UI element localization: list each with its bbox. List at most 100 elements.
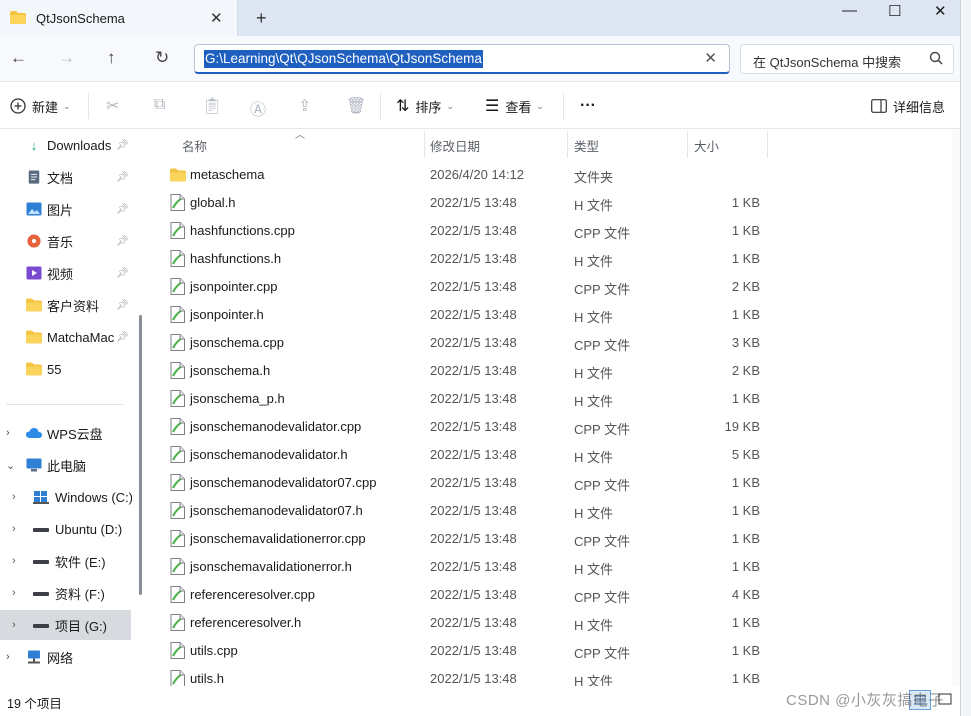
sidebar-item-pictures[interactable]: 图片 📌︎ [0,194,131,224]
column-divider[interactable] [687,132,688,158]
column-divider[interactable] [567,132,568,158]
toolbar-divider [563,93,564,119]
file-row[interactable]: jsonschema_p.h 2022/1/5 13:48 H 文件 1 KB [162,385,772,413]
sidebar-item-matchamac[interactable]: MatchaMac 📌︎ [0,322,131,352]
view-button[interactable]: ☰ 查看 ⌄ [485,83,544,129]
cloud-icon [26,428,42,438]
file-row[interactable]: jsonschemanodevalidator.cpp 2022/1/5 13:4… [162,413,772,441]
sidebar-item-network[interactable]: › 网络 [0,642,131,672]
file-row[interactable]: referenceresolver.h 2022/1/5 13:48 H 文件 1 K… [162,609,772,637]
file-size: 1 KB [731,503,760,518]
cut-icon[interactable]: ✂ [106,96,119,116]
sort-button[interactable]: ⇅ 排序 ⌄ [396,83,454,129]
clear-address-button[interactable]: ✕ [704,49,717,67]
back-button[interactable]: ← [10,48,27,68]
chevron-right-icon[interactable]: › [12,587,16,599]
sidebar-item-55[interactable]: 55 [0,354,131,384]
tab-qtjsonschema[interactable]: QtJsonSchema ✕ [0,0,238,36]
file-list-scrollbar[interactable] [952,130,960,686]
sidebar-item-wps-cloud[interactable]: › WPS云盘 [0,418,131,448]
maximize-button[interactable]: ☐ [888,2,901,20]
chevron-down-icon[interactable]: ⌄ [6,459,15,472]
share-icon[interactable]: ⇪ [298,96,311,116]
column-divider[interactable] [424,132,425,158]
file-icon [170,334,185,351]
file-type: CPP 文件 [574,590,631,605]
pin-icon: 📌︎ [116,267,129,279]
file-row[interactable]: metaschema 2026/4/20 14:12 文件夹 [162,161,772,189]
file-row[interactable]: jsonschemavalidationerror.cpp 2022/1/5 13… [162,525,772,553]
chevron-right-icon[interactable]: › [12,523,16,535]
file-icon [170,474,185,491]
file-row[interactable]: utils.cpp 2022/1/5 13:48 CPP 文件 1 KB [162,637,772,665]
address-path[interactable]: G:\Learning\Qt\QJsonSchema\QtJsonSchema [204,50,483,68]
file-type: H 文件 [574,198,614,213]
sidebar-item-label: 音乐 [47,234,74,250]
delete-icon[interactable]: 🗑︎ [346,96,366,116]
file-type: H 文件 [574,562,614,577]
file-row[interactable]: referenceresolver.cpp 2022/1/5 13:48 CPP 文… [162,581,772,609]
column-divider[interactable] [767,132,768,158]
file-name: jsonschemanodevalidator07.h [190,503,363,518]
tab-close-button[interactable]: ✕ [210,9,223,27]
sidebar-item-documents[interactable]: 文档 📌︎ [0,162,131,192]
file-row[interactable]: hashfunctions.h 2022/1/5 13:48 H 文件 1 KB [162,245,772,273]
column-header-date[interactable]: 修改日期 [430,130,480,160]
file-type: H 文件 [574,366,614,381]
new-tab-button[interactable]: + [256,8,267,29]
sidebar-item-drive-f[interactable]: › 资料 (F:) [0,578,131,608]
file-date: 2022/1/5 13:48 [430,643,517,658]
sidebar-item-drive-g[interactable]: › 项目 (G:) [0,610,131,640]
sidebar-item-this-pc[interactable]: ⌄ 此电脑 [0,450,131,480]
chevron-right-icon[interactable]: › [6,651,10,663]
sidebar-item-label: 网络 [47,650,74,666]
view-label: 查看 [505,99,532,115]
sidebar-item-drive-d[interactable]: › Ubuntu (D:) [0,514,131,544]
new-button[interactable]: 新建 ⌄ [10,83,71,129]
plus-circle-icon [10,98,26,114]
sidebar-item-videos[interactable]: 视频 📌︎ [0,258,131,288]
chevron-right-icon[interactable]: › [12,555,16,567]
file-row[interactable]: global.h 2022/1/5 13:48 H 文件 1 KB [162,189,772,217]
file-size: 3 KB [731,335,760,350]
sidebar-item-music[interactable]: 音乐 📌︎ [0,226,131,256]
sidebar-item-drive-c[interactable]: › Windows (C:) [0,482,132,512]
close-window-button[interactable]: ✕ [934,2,947,20]
file-row[interactable]: jsonschemanodevalidator07.h 2022/1/5 13:4… [162,497,772,525]
file-icon [170,614,185,631]
sidebar-item-label: 文档 [47,170,74,186]
sidebar-scrollbar[interactable] [139,315,142,595]
sidebar-item-drive-e[interactable]: › 软件 (E:) [0,546,131,576]
rename-icon[interactable]: Ⓐ [250,96,266,120]
chevron-right-icon[interactable]: › [12,491,16,503]
address-bar[interactable]: G:\Learning\Qt\QJsonSchema\QtJsonSchema … [194,44,730,74]
file-row[interactable]: jsonschemanodevalidator07.cpp 2022/1/5 13… [162,469,772,497]
file-row[interactable]: jsonpointer.cpp 2022/1/5 13:48 CPP 文件 2 KB [162,273,772,301]
minimize-button[interactable]: — [842,2,857,19]
file-row[interactable]: hashfunctions.cpp 2022/1/5 13:48 CPP 文件 1 K… [162,217,772,245]
file-type: CPP 文件 [574,646,631,661]
column-header-name[interactable]: 名称 [182,130,207,160]
sidebar-item-client-files[interactable]: 客户资料 📌︎ [0,290,131,320]
details-pane-button[interactable]: 详细信息 [871,83,945,129]
forward-button[interactable]: → [58,48,75,68]
chevron-right-icon[interactable]: › [12,619,16,631]
up-button[interactable]: ↑ [107,48,116,68]
file-row[interactable]: jsonschemavalidationerror.h 2022/1/5 13:4… [162,553,772,581]
sidebar-item-label: 图片 [47,202,74,218]
more-options-button[interactable]: ··· [580,83,596,129]
paste-icon[interactable]: 📋︎ [202,96,222,116]
file-row[interactable]: jsonpointer.h 2022/1/5 13:48 H 文件 1 KB [162,301,772,329]
column-header-size[interactable]: 大小 [694,130,719,160]
file-size: 19 KB [724,419,760,434]
file-date: 2022/1/5 13:48 [430,363,517,378]
file-row[interactable]: jsonschema.h 2022/1/5 13:48 H 文件 2 KB [162,357,772,385]
copy-icon[interactable]: ⧉ [154,96,165,114]
file-row[interactable]: jsonschemanodevalidator.h 2022/1/5 13:48 H… [162,441,772,469]
search-input[interactable]: 在 QtJsonSchema 中搜索 [740,44,954,74]
file-row[interactable]: jsonschema.cpp 2022/1/5 13:48 CPP 文件 3 KB [162,329,772,357]
sidebar-item-downloads[interactable]: ↓ Downloads 📌︎ [0,130,131,160]
chevron-right-icon[interactable]: › [6,427,10,439]
refresh-button[interactable]: ↻ [155,48,169,68]
column-header-type[interactable]: 类型 [574,130,599,160]
